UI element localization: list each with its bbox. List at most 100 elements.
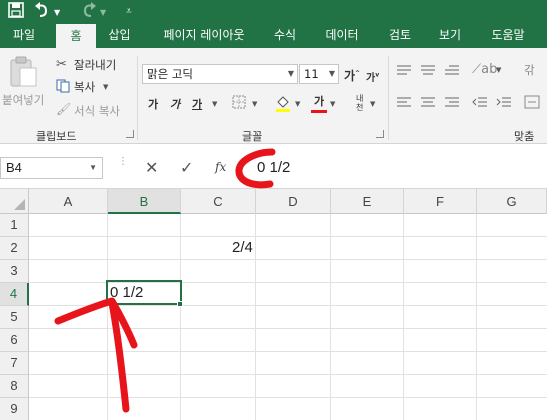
font-group-label: 글꼴: [242, 130, 263, 143]
select-all-button[interactable]: [0, 189, 29, 214]
phonetic-button[interactable]: 내천: [356, 94, 366, 112]
orientation-icon[interactable]: ⟋ab: [472, 62, 497, 77]
save-icon[interactable]: [8, 2, 24, 20]
column-header-b[interactable]: B: [108, 189, 181, 214]
row-header-4[interactable]: 4: [0, 283, 29, 306]
underline-dropdown-icon[interactable]: ▼: [212, 100, 217, 108]
bold-button[interactable]: 가: [148, 96, 158, 112]
top-align-icon[interactable]: [396, 64, 412, 79]
align-left-icon[interactable]: [396, 96, 412, 111]
gridline: [29, 259, 547, 260]
row-header-2[interactable]: 2: [0, 237, 29, 260]
alignment-group-label: 맞춤: [514, 130, 535, 143]
merge-center-icon[interactable]: [524, 94, 540, 113]
chevron-down-icon: ▼: [287, 69, 294, 78]
tab-home[interactable]: 홈: [56, 24, 96, 48]
gridline: [403, 214, 404, 420]
increase-indent-icon[interactable]: [496, 96, 512, 111]
cell-b4[interactable]: 0 1/2: [110, 284, 143, 301]
font-name-dropdown[interactable]: 맑은 고딕 ▼: [142, 64, 298, 84]
row-header-1[interactable]: 1: [0, 214, 29, 237]
tab-page-layout[interactable]: 페이지 레이아웃: [149, 22, 259, 48]
cut-button[interactable]: 잘라내기: [74, 57, 116, 73]
group-separator: [137, 56, 138, 140]
tab-data[interactable]: 데이터: [314, 22, 370, 48]
row-header-8[interactable]: 8: [0, 375, 29, 398]
borders-dropdown-icon[interactable]: ▼: [252, 100, 257, 108]
font-size-value: 11: [304, 67, 319, 81]
copy-button[interactable]: 복사: [74, 79, 95, 95]
ribbon-home: 붙여넣기 ✂ 잘라내기 복사 ▼ 🖌 서식 복사 클립보드 맑은 고딕 ▼ 11…: [0, 48, 547, 144]
name-box[interactable]: B4 ▼: [0, 157, 103, 179]
row-header-6[interactable]: 6: [0, 329, 29, 352]
align-center-icon[interactable]: [420, 96, 436, 111]
bottom-align-icon[interactable]: [444, 64, 460, 79]
tab-file[interactable]: 파일: [2, 22, 46, 48]
borders-icon[interactable]: [232, 95, 246, 112]
format-painter-button[interactable]: 서식 복사: [74, 103, 120, 119]
font-color-dropdown-icon[interactable]: ▼: [330, 100, 335, 108]
orientation-dropdown-icon[interactable]: ▼: [496, 66, 501, 74]
font-color-button[interactable]: 가: [310, 93, 328, 113]
name-box-value: B4: [6, 160, 22, 175]
gridline: [29, 397, 547, 398]
grow-font-button[interactable]: 가^: [344, 67, 360, 84]
font-name-value: 맑은 고딕: [147, 67, 193, 81]
copy-icon[interactable]: [56, 79, 70, 96]
gridline: [29, 236, 547, 237]
row-header-3[interactable]: 3: [0, 260, 29, 283]
align-right-icon[interactable]: [444, 96, 460, 111]
fill-handle[interactable]: [177, 301, 183, 307]
gridline: [107, 214, 108, 420]
paste-icon[interactable]: [8, 56, 38, 91]
font-color-swatch: [311, 110, 327, 113]
chevron-down-icon: ▼: [328, 69, 335, 78]
gridline: [29, 328, 547, 329]
row-header-5[interactable]: 5: [0, 306, 29, 329]
tab-formulas[interactable]: 수식: [264, 22, 306, 48]
column-header-d[interactable]: D: [256, 189, 331, 214]
clipboard-group-label: 클립보드: [36, 130, 77, 143]
title-bar: ▼ ▼ ⩡: [0, 0, 547, 22]
tab-view[interactable]: 보기: [428, 22, 472, 48]
group-separator: [388, 56, 389, 140]
shrink-font-label: 가: [366, 73, 376, 84]
enter-icon[interactable]: ✓: [180, 158, 193, 177]
gridline: [255, 214, 256, 420]
copy-dropdown-icon[interactable]: ▼: [103, 83, 108, 91]
gridline: [29, 351, 547, 352]
fill-color-icon[interactable]: [275, 94, 291, 115]
font-size-dropdown[interactable]: 11 ▼: [299, 64, 339, 84]
gridline: [476, 214, 477, 420]
decrease-indent-icon[interactable]: [472, 96, 488, 111]
redo-icon[interactable]: [80, 2, 98, 20]
cancel-icon[interactable]: ✕: [145, 158, 158, 177]
paste-button[interactable]: 붙여넣기: [2, 92, 44, 108]
italic-button[interactable]: 가: [170, 96, 180, 112]
phonetic-dropdown-icon[interactable]: ▼: [370, 100, 375, 108]
column-header-f[interactable]: F: [404, 189, 477, 214]
row-header-9[interactable]: 9: [0, 398, 29, 420]
middle-align-icon[interactable]: [420, 64, 436, 79]
column-header-a[interactable]: A: [29, 189, 108, 214]
insert-function-button[interactable]: fx: [215, 160, 226, 174]
worksheet-grid[interactable]: A B C D E F G 1 2 3 4 5 6 7 8 9 2/4 0 1/…: [0, 189, 547, 420]
column-header-g[interactable]: G: [477, 189, 547, 214]
underline-button[interactable]: 가: [192, 96, 202, 112]
cut-icon[interactable]: ✂: [56, 57, 67, 72]
wrap-text-button[interactable]: 갂: [524, 62, 535, 78]
clipboard-launcher-icon[interactable]: [126, 130, 134, 138]
column-header-c[interactable]: C: [181, 189, 256, 214]
cell-c2[interactable]: 2/4: [232, 239, 253, 256]
undo-icon[interactable]: [33, 2, 51, 20]
column-header-e[interactable]: E: [331, 189, 404, 214]
tab-review[interactable]: 검토: [378, 22, 422, 48]
format-painter-icon[interactable]: 🖌: [56, 102, 71, 116]
shrink-font-button[interactable]: 가v: [366, 69, 379, 84]
font-launcher-icon[interactable]: [376, 130, 384, 138]
tab-help[interactable]: 도움말: [478, 22, 538, 48]
fill-color-dropdown-icon[interactable]: ▼: [295, 100, 300, 108]
tab-insert[interactable]: 삽입: [97, 22, 142, 48]
row-header-7[interactable]: 7: [0, 352, 29, 375]
formula-input[interactable]: 0 1/2: [242, 157, 547, 179]
